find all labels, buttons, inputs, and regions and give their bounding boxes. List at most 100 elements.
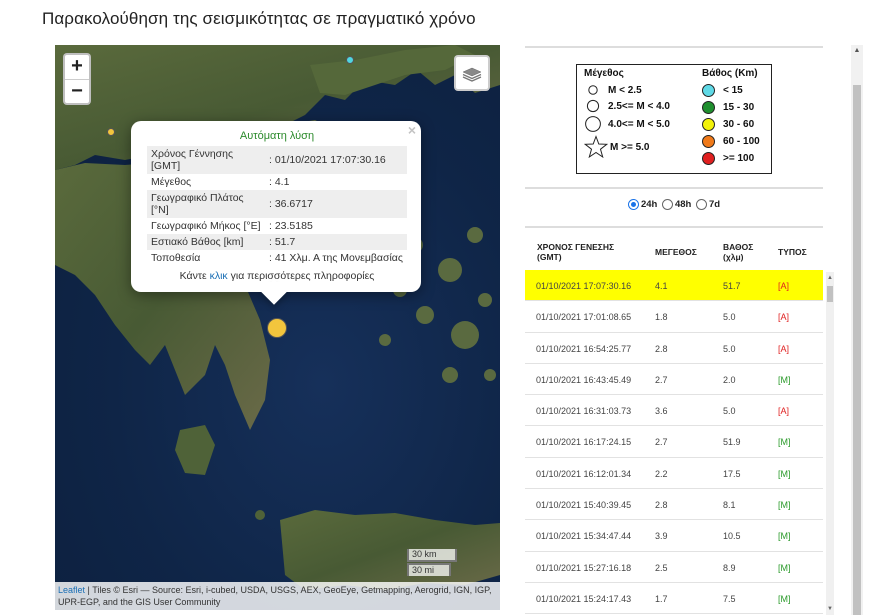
more-info-link[interactable]: κλικ: [210, 270, 228, 282]
table-row[interactable]: 01/10/2021 16:17:24.15 2.7 51.9 [M]: [525, 426, 823, 458]
leaflet-link[interactable]: Leaflet: [58, 585, 85, 595]
col-header-time[interactable]: ΧΡΟΝΟΣ ΓΕΝΕΣΗΣ (GMT): [537, 242, 614, 262]
period-label: 7d: [708, 199, 721, 210]
period-option-7d[interactable]: 7d: [695, 199, 721, 210]
popup-title: Αυτόματη λύση: [239, 130, 315, 142]
table-row[interactable]: 01/10/2021 17:01:08.65 1.8 5.0 [A]: [525, 301, 823, 333]
col-header-magnitude[interactable]: ΜΕΓΕΘΟΣ: [655, 247, 697, 257]
cell-depth: 5.0: [723, 406, 736, 417]
cell-magnitude: 2.2: [655, 468, 668, 479]
cell-type: [A]: [778, 312, 790, 323]
earthquake-marker-selected[interactable]: [267, 318, 287, 338]
scroll-up-icon[interactable]: ▲: [851, 45, 863, 57]
period-option-48h[interactable]: 48h: [661, 199, 691, 210]
earthquake-marker[interactable]: [346, 56, 354, 64]
side-panel: Μέγεθος M < 2.5 2.5<= M < 4.0 4.0<= M < …: [525, 45, 834, 615]
table-row[interactable]: 01/10/2021 15:24:17.43 1.7 7.5 [M]: [525, 583, 823, 615]
more-prefix: Κάντε: [179, 270, 210, 282]
popup-value: : 23.5185: [269, 220, 313, 232]
scroll-up-icon[interactable]: ▲: [826, 274, 834, 282]
depth-row: 60 - 100: [702, 133, 760, 150]
cell-depth: 10.5: [723, 531, 741, 542]
popup-close-button[interactable]: ×: [408, 122, 416, 138]
depth-color-dot: [702, 135, 715, 148]
cell-magnitude: 1.8: [655, 312, 668, 323]
cell-type: [A]: [778, 281, 790, 291]
earthquake-marker[interactable]: [107, 128, 115, 136]
cell-time: 01/10/2021 16:54:25.77: [536, 343, 632, 354]
col-header-depth-l2: (χλμ): [723, 252, 744, 262]
col-header-depth[interactable]: ΒΑΘΟΣ (χλμ): [723, 242, 753, 262]
large-circle-icon: [585, 116, 601, 132]
page-scrollbar[interactable]: ▲: [851, 45, 863, 615]
depth-row: >= 100: [702, 150, 760, 167]
medium-circle-icon: [586, 99, 600, 113]
cell-magnitude: 2.7: [655, 374, 668, 385]
divider: [525, 226, 823, 228]
table-row[interactable]: 01/10/2021 15:40:39.45 2.8 8.1 [M]: [525, 489, 823, 521]
period-option-24h[interactable]: 24h: [627, 199, 657, 210]
zoom-out-button[interactable]: −: [65, 79, 89, 103]
depth-row: 30 - 60: [702, 116, 760, 133]
scale-mi: 30 mi: [407, 563, 451, 576]
popup-value: : 41 Χλμ. Α της Μονεμβασίας: [269, 252, 403, 264]
magnitude-legend: Μέγεθος M < 2.5 2.5<= M < 4.0 4.0<= M < …: [584, 68, 670, 160]
scroll-down-icon[interactable]: ▼: [826, 605, 834, 613]
table-row[interactable]: 01/10/2021 16:43:45.49 2.7 2.0 [M]: [525, 364, 823, 396]
table-row[interactable]: 01/10/2021 17:07:30.16 4.1 51.7 [A]: [525, 270, 823, 302]
divider: [525, 187, 823, 189]
cell-time: 01/10/2021 16:43:45.49: [536, 374, 632, 385]
popup-value: : 4.1: [269, 176, 290, 188]
cell-magnitude: 2.8: [655, 500, 668, 511]
col-header-time-l2: (GMT): [537, 252, 562, 262]
table-row[interactable]: 01/10/2021 15:27:16.18 2.5 8.9 [M]: [525, 552, 823, 583]
col-header-type[interactable]: ΤΥΠΟΣ: [778, 247, 807, 257]
table-row[interactable]: 01/10/2021 16:31:03.73 3.6 5.0 [A]: [525, 395, 823, 427]
magnitude-row: 4.0<= M < 5.0: [584, 114, 670, 134]
radio-48h[interactable]: [661, 199, 673, 210]
popup-row: Γεωγραφικό Μήκος [°E] : 23.5185: [147, 218, 407, 234]
cell-depth: 5.0: [723, 312, 736, 323]
radio-7d[interactable]: [695, 199, 707, 210]
table-scrollbar[interactable]: ▲ ▼: [826, 272, 834, 615]
cell-time: 01/10/2021 17:07:30.16: [536, 281, 632, 291]
scroll-thumb[interactable]: [827, 286, 833, 302]
seismic-map[interactable]: + − × Αυτόματη λύση Χρόνος Γέννησης [GMT…: [55, 45, 500, 610]
period-selector: 24h 48h 7d: [525, 199, 823, 213]
more-suffix: για περισσότερες πληροφορίες: [227, 270, 375, 282]
popup-value: : 36.6717: [265, 190, 407, 218]
table-row[interactable]: 01/10/2021 16:12:01.34 2.2 17.5 [M]: [525, 458, 823, 490]
magnitude-row: M < 2.5: [584, 82, 670, 98]
cell-magnitude: 2.8: [655, 343, 668, 354]
scroll-thumb[interactable]: [853, 85, 861, 615]
scale-km: 30 km: [407, 549, 457, 562]
popup-key: Γεωγραφικό Μήκος [°E]: [151, 220, 261, 232]
cell-type: [M]: [778, 500, 791, 511]
depth-color-dot: [702, 84, 715, 97]
cell-depth: 2.0: [723, 374, 736, 385]
table-row[interactable]: 01/10/2021 16:54:25.77 2.8 5.0 [A]: [525, 333, 823, 364]
magnitude-label: 4.0<= M < 5.0: [608, 118, 670, 130]
earthquake-table[interactable]: 01/10/2021 17:07:30.16 4.1 51.7 [A] 01/10/20…: [525, 270, 823, 615]
cell-magnitude: 2.5: [655, 562, 668, 573]
map-attribution: Leaflet | Tiles © Esri — Source: Esri, i…: [55, 582, 500, 610]
layers-button[interactable]: [454, 55, 490, 91]
table-row[interactable]: 01/10/2021 15:34:47.44 3.9 10.5 [M]: [525, 520, 823, 552]
radio-24h[interactable]: [627, 199, 639, 210]
map-scale: 30 km 30 mi: [407, 549, 457, 576]
magnitude-row: M >= 5.0: [584, 134, 670, 160]
cell-magnitude: 3.9: [655, 531, 668, 542]
col-header-depth-l1: ΒΑΘΟΣ: [723, 242, 754, 252]
layers-icon: [462, 67, 482, 82]
zoom-control: + −: [63, 53, 91, 105]
depth-row: 15 - 30: [702, 99, 760, 116]
cell-time: 01/10/2021 15:40:39.45: [536, 500, 632, 511]
cell-depth: 51.9: [723, 437, 741, 448]
zoom-in-button[interactable]: +: [65, 55, 89, 79]
star-icon: [584, 135, 608, 159]
table-header: ΧΡΟΝΟΣ ΓΕΝΕΣΗΣ (GMT) ΜΕΓΕΘΟΣ ΒΑΘΟΣ (χλμ)…: [525, 241, 823, 267]
magnitude-legend-title: Μέγεθος: [584, 68, 624, 79]
cell-time: 01/10/2021 15:24:17.43: [536, 593, 632, 604]
depth-label: < 15: [723, 85, 743, 96]
legend-box: Μέγεθος M < 2.5 2.5<= M < 4.0 4.0<= M < …: [576, 64, 772, 174]
